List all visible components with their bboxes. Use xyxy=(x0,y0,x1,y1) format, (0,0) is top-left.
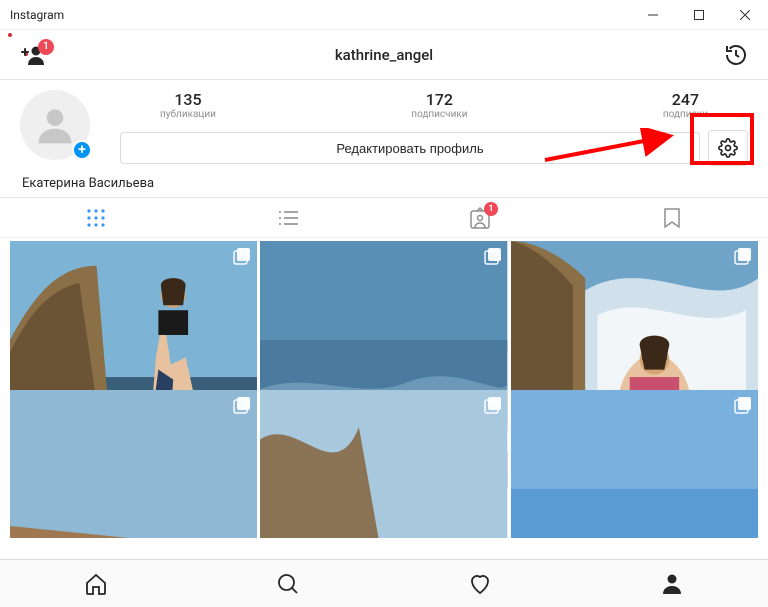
tab-list[interactable] xyxy=(192,198,384,237)
search-icon xyxy=(276,572,300,596)
window-minimize-button[interactable] xyxy=(630,0,676,30)
posts-grid xyxy=(0,238,768,538)
tab-saved[interactable] xyxy=(576,198,768,237)
post-thumbnail[interactable] xyxy=(511,390,758,539)
bottom-navigation xyxy=(0,559,768,607)
window-controls xyxy=(630,0,768,30)
stat-followers-label: подписчики xyxy=(411,109,467,120)
multi-photo-icon xyxy=(484,247,502,265)
window-titlebar: Instagram xyxy=(0,0,768,30)
settings-button[interactable] xyxy=(708,130,748,166)
profile-tabs: 1 xyxy=(0,198,768,238)
activity-history-button[interactable] xyxy=(724,43,748,67)
add-story-icon: + xyxy=(72,140,92,160)
stat-following-count: 247 xyxy=(663,90,708,109)
stat-posts-count: 135 xyxy=(160,90,216,109)
nav-search[interactable] xyxy=(192,560,384,607)
stat-followers-count: 172 xyxy=(411,90,467,109)
stat-posts-label: публикации xyxy=(160,109,216,120)
nav-activity[interactable] xyxy=(384,560,576,607)
decoration-dot xyxy=(8,33,12,37)
tagged-badge: 1 xyxy=(484,202,498,216)
post-thumbnail[interactable] xyxy=(260,390,507,539)
multi-photo-icon xyxy=(484,396,502,414)
bookmark-icon xyxy=(664,208,680,228)
stat-posts[interactable]: 135 публикации xyxy=(160,90,216,120)
tab-grid[interactable] xyxy=(0,198,192,237)
window-maximize-button[interactable] xyxy=(676,0,722,30)
profile-username: kathrine_angel xyxy=(335,46,433,64)
grid-icon xyxy=(87,209,105,227)
multi-photo-icon xyxy=(233,396,251,414)
avatar-container[interactable]: + xyxy=(20,90,100,160)
home-icon xyxy=(84,572,108,596)
edit-profile-button[interactable]: Редактировать профиль xyxy=(120,132,700,164)
tab-tagged[interactable]: 1 xyxy=(384,198,576,237)
app-title: Instagram xyxy=(10,8,64,22)
post-thumbnail[interactable] xyxy=(10,390,257,539)
profile-stats: 135 публикации 172 подписчики 247 подпис… xyxy=(120,90,748,120)
nav-home[interactable] xyxy=(0,560,192,607)
discover-people-button[interactable]: 1 xyxy=(20,45,46,65)
window-close-button[interactable] xyxy=(722,0,768,30)
list-icon xyxy=(278,210,298,226)
stat-following[interactable]: 247 подписки xyxy=(663,90,708,120)
nav-profile[interactable] xyxy=(576,560,768,607)
profile-icon xyxy=(660,572,684,596)
profile-display-name: Екатерина Васильева xyxy=(20,176,748,191)
discover-badge: 1 xyxy=(38,39,54,55)
app-header: 1 kathrine_angel xyxy=(0,30,768,80)
heart-icon xyxy=(468,572,492,596)
multi-photo-icon xyxy=(734,396,752,414)
stat-followers[interactable]: 172 подписчики xyxy=(411,90,467,120)
profile-section: + 135 публикации 172 подписчики 247 подп… xyxy=(0,80,768,198)
stat-following-label: подписки xyxy=(663,109,708,120)
multi-photo-icon xyxy=(233,247,251,265)
multi-photo-icon xyxy=(734,247,752,265)
gear-icon xyxy=(718,138,738,158)
